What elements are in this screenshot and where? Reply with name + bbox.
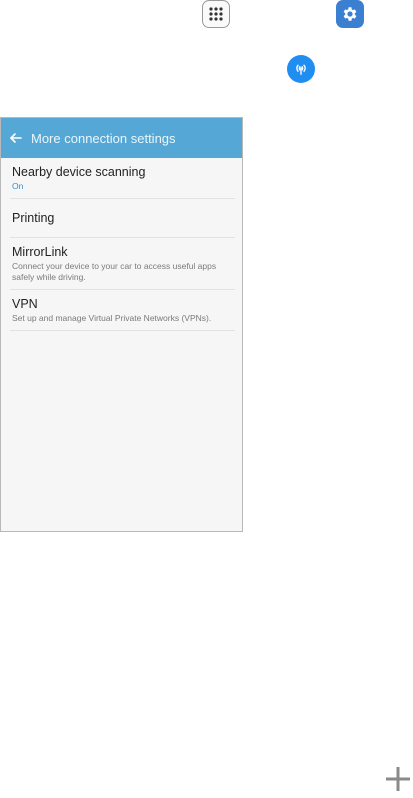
settings-list: Nearby device scanning On Printing Mirro… xyxy=(1,158,242,331)
settings-icon[interactable] xyxy=(336,0,364,28)
list-item-printing[interactable]: Printing xyxy=(10,199,235,238)
list-item-vpn[interactable]: VPN Set up and manage Virtual Private Ne… xyxy=(10,290,235,331)
item-description: Set up and manage Virtual Private Networ… xyxy=(12,313,212,323)
plus-icon[interactable] xyxy=(384,765,412,793)
item-description: Connect your device to your car to acces… xyxy=(12,261,217,282)
item-status: On xyxy=(12,181,24,191)
list-item-nearby-device-scanning[interactable]: Nearby device scanning On xyxy=(10,158,235,199)
back-button[interactable] xyxy=(1,118,31,158)
app-bar: More connection settings xyxy=(1,118,242,158)
back-arrow-icon xyxy=(10,133,22,143)
apps-grid-icon xyxy=(209,7,223,21)
item-title: VPN xyxy=(12,297,38,311)
item-title: Printing xyxy=(12,211,55,225)
item-title: Nearby device scanning xyxy=(12,165,146,179)
list-item-mirrorlink[interactable]: MirrorLink Connect your device to your c… xyxy=(10,238,235,290)
plus-glyph-icon xyxy=(386,767,410,791)
phone-screen: More connection settings Nearby device s… xyxy=(0,117,243,532)
page-title: More connection settings xyxy=(31,130,176,146)
apps-icon[interactable] xyxy=(202,0,230,28)
wifi-hotspot-icon xyxy=(296,64,306,75)
item-title: MirrorLink xyxy=(12,245,68,259)
gear-icon xyxy=(343,7,357,21)
hotspot-icon[interactable] xyxy=(287,55,315,83)
